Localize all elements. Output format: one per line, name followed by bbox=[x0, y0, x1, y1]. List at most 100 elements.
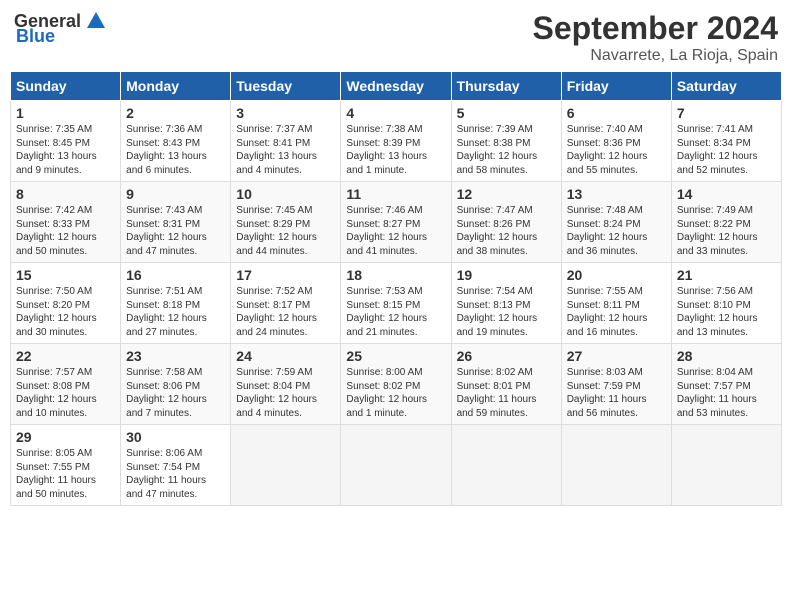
day-detail: Sunrise: 7:52 AMSunset: 8:17 PMDaylight:… bbox=[236, 286, 317, 338]
calendar-cell: 5 Sunrise: 7:39 AMSunset: 8:38 PMDaylight… bbox=[451, 101, 561, 182]
day-detail: Sunrise: 7:35 AMSunset: 8:45 PMDaylight:… bbox=[16, 124, 97, 176]
day-detail: Sunrise: 8:02 AMSunset: 8:01 PMDaylight:… bbox=[457, 367, 537, 419]
month-title: September 2024 bbox=[533, 10, 778, 47]
calendar-cell: 10Sunrise: 7:45 AMSunset: 8:29 PMDayligh… bbox=[231, 182, 341, 263]
day-number: 7 bbox=[677, 105, 776, 121]
day-detail: Sunrise: 7:59 AMSunset: 8:04 PMDaylight:… bbox=[236, 367, 317, 419]
title-section: September 2024 Navarrete, La Rioja, Spai… bbox=[533, 10, 778, 65]
col-header-tuesday: Tuesday bbox=[231, 72, 341, 101]
calendar-cell: 7 Sunrise: 7:41 AMSunset: 8:34 PMDaylight… bbox=[671, 101, 781, 182]
day-detail: Sunrise: 7:48 AMSunset: 8:24 PMDaylight:… bbox=[567, 205, 648, 257]
day-number: 12 bbox=[457, 186, 556, 202]
calendar-cell: 22Sunrise: 7:57 AMSunset: 8:08 PMDayligh… bbox=[11, 344, 121, 425]
calendar-cell bbox=[561, 425, 671, 506]
day-number: 25 bbox=[346, 348, 445, 364]
day-number: 13 bbox=[567, 186, 666, 202]
day-number: 5 bbox=[457, 105, 556, 121]
page-header: General Blue September 2024 Navarrete, L… bbox=[10, 10, 782, 65]
day-number: 20 bbox=[567, 267, 666, 283]
day-detail: Sunrise: 7:39 AMSunset: 8:38 PMDaylight:… bbox=[457, 124, 538, 176]
day-number: 19 bbox=[457, 267, 556, 283]
calendar-week-4: 22Sunrise: 7:57 AMSunset: 8:08 PMDayligh… bbox=[11, 344, 782, 425]
day-number: 14 bbox=[677, 186, 776, 202]
calendar-cell: 19 Sunrise: 7:54 AMSunset: 8:13 PMDayligh… bbox=[451, 263, 561, 344]
day-number: 2 bbox=[126, 105, 225, 121]
calendar-cell: 13 Sunrise: 7:48 AMSunset: 8:24 PMDayligh… bbox=[561, 182, 671, 263]
calendar-cell: 29 Sunrise: 8:05 AMSunset: 7:55 PMDayligh… bbox=[11, 425, 121, 506]
day-detail: Sunrise: 8:03 AMSunset: 7:59 PMDaylight:… bbox=[567, 367, 647, 419]
calendar-header-row: SundayMondayTuesdayWednesdayThursdayFrid… bbox=[11, 72, 782, 101]
col-header-wednesday: Wednesday bbox=[341, 72, 451, 101]
calendar-cell: 16Sunrise: 7:51 AMSunset: 8:18 PMDayligh… bbox=[121, 263, 231, 344]
day-number: 1 bbox=[16, 105, 115, 121]
col-header-saturday: Saturday bbox=[671, 72, 781, 101]
day-number: 4 bbox=[346, 105, 445, 121]
location-title: Navarrete, La Rioja, Spain bbox=[533, 47, 778, 65]
calendar-cell: 11 Sunrise: 7:46 AMSunset: 8:27 PMDayligh… bbox=[341, 182, 451, 263]
day-detail: Sunrise: 7:37 AMSunset: 8:41 PMDaylight:… bbox=[236, 124, 317, 176]
day-detail: Sunrise: 7:55 AMSunset: 8:11 PMDaylight:… bbox=[567, 286, 648, 338]
day-detail: Sunrise: 7:57 AMSunset: 8:08 PMDaylight:… bbox=[16, 367, 97, 419]
day-detail: Sunrise: 8:04 AMSunset: 7:57 PMDaylight:… bbox=[677, 367, 757, 419]
day-detail: Sunrise: 7:53 AMSunset: 8:15 PMDaylight:… bbox=[346, 286, 427, 338]
day-detail: Sunrise: 8:00 AMSunset: 8:02 PMDaylight:… bbox=[346, 367, 427, 419]
day-number: 10 bbox=[236, 186, 335, 202]
day-number: 24 bbox=[236, 348, 335, 364]
calendar-cell: 1 Sunrise: 7:35 AMSunset: 8:45 PMDaylight… bbox=[11, 101, 121, 182]
calendar-cell bbox=[671, 425, 781, 506]
calendar-cell: 28 Sunrise: 8:04 AMSunset: 7:57 PMDayligh… bbox=[671, 344, 781, 425]
calendar-cell: 15Sunrise: 7:50 AMSunset: 8:20 PMDayligh… bbox=[11, 263, 121, 344]
day-detail: Sunrise: 8:06 AMSunset: 7:54 PMDaylight:… bbox=[126, 448, 206, 500]
logo: General Blue bbox=[14, 10, 107, 47]
calendar-cell: 26 Sunrise: 8:02 AMSunset: 8:01 PMDayligh… bbox=[451, 344, 561, 425]
col-header-friday: Friday bbox=[561, 72, 671, 101]
logo-icon bbox=[85, 10, 107, 32]
day-detail: Sunrise: 7:58 AMSunset: 8:06 PMDaylight:… bbox=[126, 367, 207, 419]
day-number: 23 bbox=[126, 348, 225, 364]
day-number: 3 bbox=[236, 105, 335, 121]
col-header-monday: Monday bbox=[121, 72, 231, 101]
calendar-cell: 12 Sunrise: 7:47 AMSunset: 8:26 PMDayligh… bbox=[451, 182, 561, 263]
calendar-week-3: 15Sunrise: 7:50 AMSunset: 8:20 PMDayligh… bbox=[11, 263, 782, 344]
day-detail: Sunrise: 7:51 AMSunset: 8:18 PMDaylight:… bbox=[126, 286, 207, 338]
day-number: 29 bbox=[16, 429, 115, 445]
col-header-thursday: Thursday bbox=[451, 72, 561, 101]
day-detail: Sunrise: 7:47 AMSunset: 8:26 PMDaylight:… bbox=[457, 205, 538, 257]
calendar-cell: 17 Sunrise: 7:52 AMSunset: 8:17 PMDayligh… bbox=[231, 263, 341, 344]
calendar-cell: 4 Sunrise: 7:38 AMSunset: 8:39 PMDaylight… bbox=[341, 101, 451, 182]
day-number: 30 bbox=[126, 429, 225, 445]
day-detail: Sunrise: 7:36 AMSunset: 8:43 PMDaylight:… bbox=[126, 124, 207, 176]
day-number: 18 bbox=[346, 267, 445, 283]
calendar-cell: 2 Sunrise: 7:36 AMSunset: 8:43 PMDaylight… bbox=[121, 101, 231, 182]
day-detail: Sunrise: 7:38 AMSunset: 8:39 PMDaylight:… bbox=[346, 124, 427, 176]
calendar-cell: 25 Sunrise: 8:00 AMSunset: 8:02 PMDayligh… bbox=[341, 344, 451, 425]
day-number: 27 bbox=[567, 348, 666, 364]
calendar-cell: 27 Sunrise: 8:03 AMSunset: 7:59 PMDayligh… bbox=[561, 344, 671, 425]
calendar-cell bbox=[231, 425, 341, 506]
day-number: 28 bbox=[677, 348, 776, 364]
calendar-cell: 14 Sunrise: 7:49 AMSunset: 8:22 PMDayligh… bbox=[671, 182, 781, 263]
day-number: 11 bbox=[346, 186, 445, 202]
day-detail: Sunrise: 7:43 AMSunset: 8:31 PMDaylight:… bbox=[126, 205, 207, 257]
calendar-week-1: 1 Sunrise: 7:35 AMSunset: 8:45 PMDaylight… bbox=[11, 101, 782, 182]
day-number: 8 bbox=[16, 186, 115, 202]
calendar-cell: 3 Sunrise: 7:37 AMSunset: 8:41 PMDaylight… bbox=[231, 101, 341, 182]
calendar-cell: 24 Sunrise: 7:59 AMSunset: 8:04 PMDayligh… bbox=[231, 344, 341, 425]
calendar-cell bbox=[451, 425, 561, 506]
day-detail: Sunrise: 7:41 AMSunset: 8:34 PMDaylight:… bbox=[677, 124, 758, 176]
day-number: 17 bbox=[236, 267, 335, 283]
col-header-sunday: Sunday bbox=[11, 72, 121, 101]
day-detail: Sunrise: 7:46 AMSunset: 8:27 PMDaylight:… bbox=[346, 205, 427, 257]
day-detail: Sunrise: 8:05 AMSunset: 7:55 PMDaylight:… bbox=[16, 448, 96, 500]
day-number: 26 bbox=[457, 348, 556, 364]
logo-blue: Blue bbox=[16, 26, 55, 47]
calendar-week-5: 29 Sunrise: 8:05 AMSunset: 7:55 PMDayligh… bbox=[11, 425, 782, 506]
day-detail: Sunrise: 7:54 AMSunset: 8:13 PMDaylight:… bbox=[457, 286, 538, 338]
calendar-table: SundayMondayTuesdayWednesdayThursdayFrid… bbox=[10, 71, 782, 506]
day-detail: Sunrise: 7:49 AMSunset: 8:22 PMDaylight:… bbox=[677, 205, 758, 257]
calendar-cell: 23 Sunrise: 7:58 AMSunset: 8:06 PMDayligh… bbox=[121, 344, 231, 425]
day-number: 9 bbox=[126, 186, 225, 202]
calendar-week-2: 8Sunrise: 7:42 AMSunset: 8:33 PMDaylight… bbox=[11, 182, 782, 263]
day-number: 15 bbox=[16, 267, 115, 283]
calendar-cell: 20 Sunrise: 7:55 AMSunset: 8:11 PMDayligh… bbox=[561, 263, 671, 344]
